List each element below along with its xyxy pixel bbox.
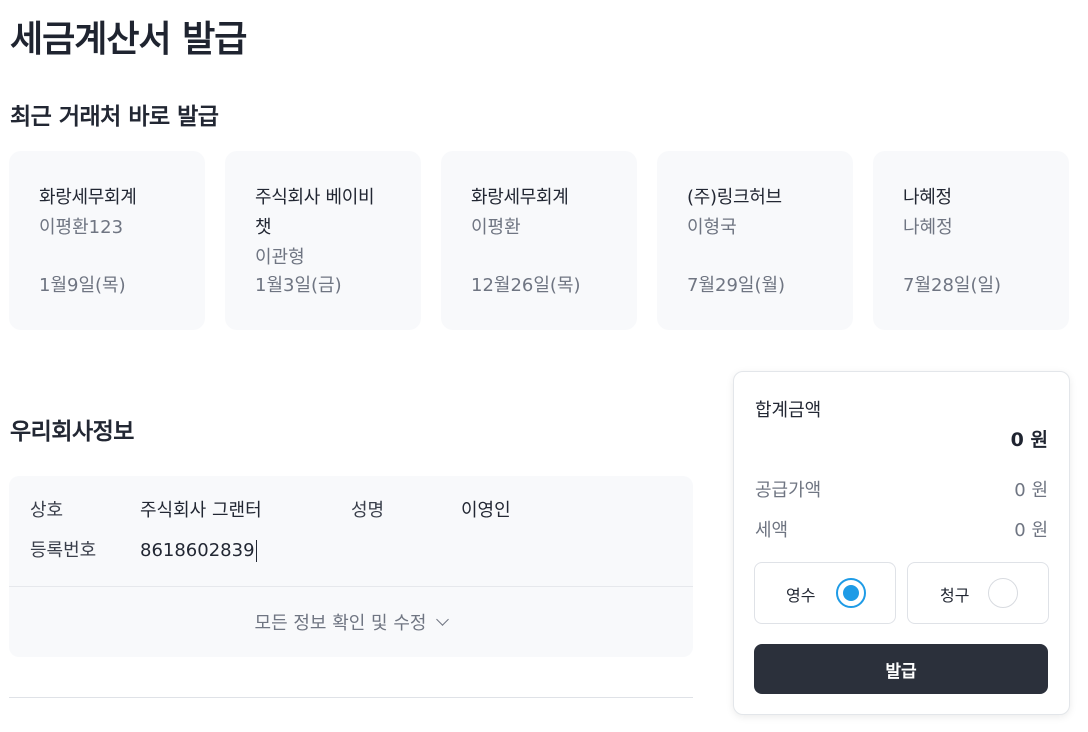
partner-date: 12월26일(목) [471,275,581,296]
tax-amount-value: 0 원 [1014,520,1048,541]
claim-option[interactable]: 청구 [907,562,1049,624]
issue-button[interactable]: 발급 [754,644,1048,694]
summary-panel: 합계금액 0 원 공급가액 0 원 세액 0 원 영수 청구 발급 [733,371,1070,715]
recent-partners-title: 최근 거래처 바로 발급 [10,104,219,130]
partner-company: 나혜정 [903,187,952,208]
view-edit-all-info-label: 모든 정보 확인 및 수정 [254,613,427,634]
radio-selected-icon[interactable] [836,578,866,608]
recent-partner-card[interactable]: 나혜정 나혜정 7월28일(일) [873,151,1069,330]
supply-amount-value: 0 원 [1014,480,1048,501]
partner-person: 나혜정 [903,217,953,238]
partner-person: 이형국 [687,217,737,238]
partner-person: 이평환123 [39,217,124,238]
text-cursor [255,540,257,562]
partner-company: 화랑세무회계 [471,187,569,208]
registration-number-value: 8618602839 [140,540,255,561]
partner-company: 화랑세무회계 [39,187,137,208]
company-info-title: 우리회사정보 [10,419,134,445]
partner-person: 이평환 [471,217,521,238]
total-amount-value: 0 원 [1010,429,1048,451]
company-info-panel: 상호 주식회사 그랜터 성명 이영인 등록번호 8618602839 모든 정보… [9,476,693,657]
recent-partner-card[interactable]: 주식회사 베이비챗 이관형 1월3일(금) [225,151,421,330]
recent-partner-card[interactable]: (주)링크허브 이형국 7월29일(월) [657,151,853,330]
partner-person: 이관형 [255,247,305,268]
chevron-down-icon [436,613,450,626]
partner-date: 7월29일(월) [687,275,786,296]
ceo-name-label: 성명 [351,500,385,521]
recent-partner-list: 화랑세무회계 이평환123 1월9일(목) 주식회사 베이비챗 이관형 1월3일… [9,151,1069,330]
recent-partner-card[interactable]: 화랑세무회계 이평환 12월26일(목) [441,151,637,330]
view-edit-all-info-button[interactable]: 모든 정보 확인 및 수정 [9,587,693,657]
partner-company: (주)링크허브 [687,187,782,208]
partner-date: 7월28일(일) [903,275,1002,296]
ceo-name-value: 이영인 [461,500,511,521]
registration-number-label: 등록번호 [30,540,97,561]
partner-company: 주식회사 베이비챗 [255,187,375,238]
supply-amount-label: 공급가액 [755,480,822,501]
partner-date: 1월9일(목) [39,275,126,296]
receipt-option[interactable]: 영수 [754,562,896,624]
company-name-label: 상호 [30,500,64,521]
partner-date: 1월3일(금) [255,275,342,296]
radio-unselected-icon[interactable] [988,578,1018,608]
registration-number-field[interactable]: 8618602839 [140,536,257,566]
company-name-value: 주식회사 그랜터 [140,500,262,521]
page-title: 세금계산서 발급 [10,19,247,60]
receipt-option-label: 영수 [786,586,816,605]
tax-amount-label: 세액 [755,520,789,541]
divider [9,697,693,698]
claim-option-label: 청구 [940,586,970,605]
total-amount-label: 합계금액 [755,400,822,421]
recent-partner-card[interactable]: 화랑세무회계 이평환123 1월9일(목) [9,151,205,330]
